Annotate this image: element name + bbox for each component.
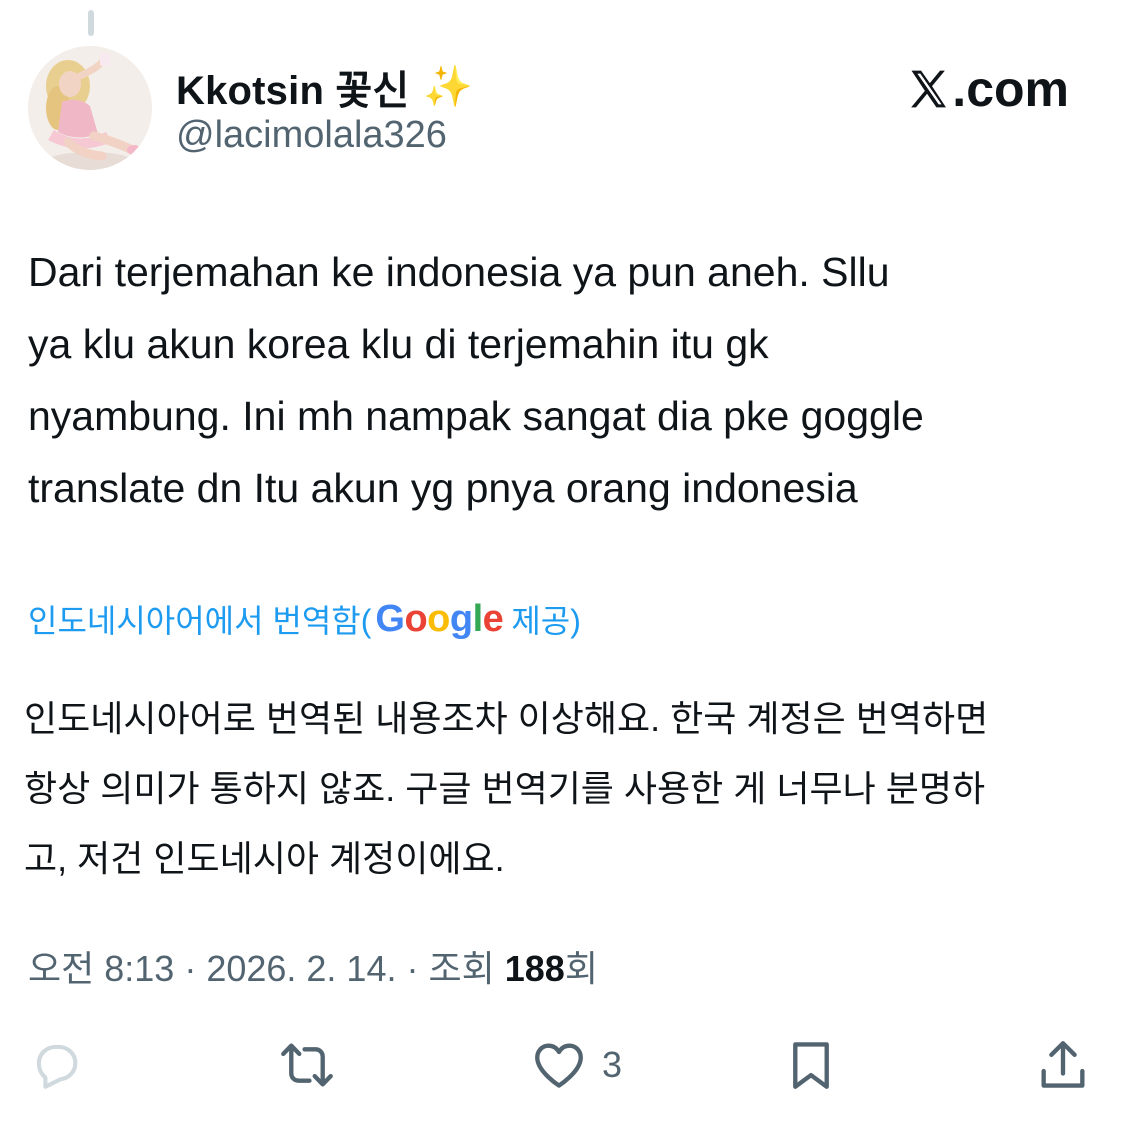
views-suffix: 회 — [564, 948, 598, 989]
views-count: 188 — [504, 948, 565, 989]
translated-text: 인도네시아어로 번역된 내용조차 이상해요. 한국 계정은 번역하면 항상 의미… — [24, 698, 989, 879]
profile-photo — [28, 46, 152, 170]
translation-attribution[interactable]: 인도네시아어에서 번역함( Google 제공) — [28, 596, 581, 642]
avatar[interactable] — [28, 46, 152, 170]
translation-provider-suffix: 제공) — [511, 603, 581, 639]
post-time[interactable]: 오전 8:13 — [28, 948, 174, 989]
action-bar: 3 — [0, 1030, 1125, 1100]
meta-separator: · — [396, 948, 429, 989]
site-domain: .com — [952, 61, 1069, 117]
thread-connector-line — [88, 10, 94, 36]
tweet-text: Dari terjemahan ke indonesia ya pun aneh… — [28, 249, 924, 511]
like-count: 3 — [602, 1044, 623, 1085]
reply-icon — [36, 1044, 78, 1089]
share-icon — [1041, 1041, 1085, 1088]
tweet-metadata: 오전 8:13 · 2026. 2. 14. · 조회 188회 — [28, 940, 598, 992]
google-letter: o — [427, 597, 450, 640]
post-date[interactable]: 2026. 2. 14. — [206, 948, 396, 989]
google-letter: G — [375, 597, 405, 640]
bookmark-button[interactable] — [782, 1030, 840, 1100]
x-logo-icon — [911, 70, 947, 108]
views-label: 조회 — [428, 948, 505, 989]
retweet-icon — [281, 1043, 333, 1087]
display-name[interactable]: Kkotsin 꽃신 ✨ — [176, 58, 473, 116]
retweet-button[interactable] — [278, 1030, 336, 1100]
share-button[interactable] — [1034, 1030, 1092, 1100]
sparkles-icon: ✨ — [423, 65, 474, 109]
google-letter: o — [404, 597, 428, 640]
user-handle[interactable]: @lacimolala326 — [176, 114, 447, 157]
meta-separator: · — [174, 948, 207, 989]
google-letter: g — [449, 597, 473, 640]
like-button[interactable]: 3 — [530, 1030, 622, 1100]
display-name-text: Kkotsin 꽃신 — [176, 69, 410, 113]
reply-button[interactable] — [28, 1030, 86, 1100]
google-logo: Google — [375, 598, 503, 641]
site-badge: .com — [906, 60, 1069, 118]
heart-icon — [535, 1043, 583, 1088]
google-letter: e — [482, 597, 504, 640]
translation-label: 인도네시아어에서 번역함( — [28, 603, 372, 639]
bookmark-icon — [793, 1042, 829, 1089]
google-letter: l — [472, 597, 484, 640]
